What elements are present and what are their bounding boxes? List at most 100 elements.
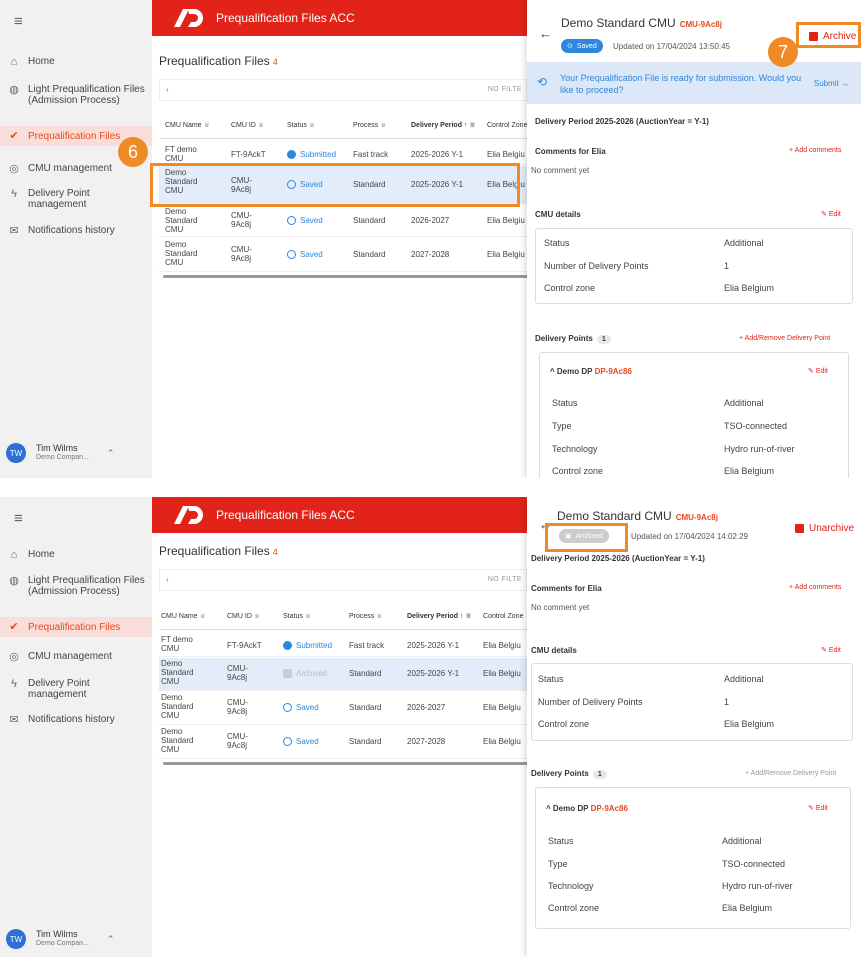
col-process[interactable]: Process ⩸ <box>353 122 386 130</box>
filter-icon[interactable]: ⩸ <box>377 613 381 620</box>
kv-value: Additional <box>724 398 764 408</box>
app-title: Prequalification Files ACC <box>216 11 355 25</box>
unarchive-button[interactable]: Unarchive <box>795 523 854 534</box>
filter-icon[interactable]: ⩸ <box>255 613 259 620</box>
dp-header[interactable]: ^ Demo DP DP-9Ac86 <box>546 804 628 813</box>
horizontal-scrollbar[interactable] <box>163 275 531 278</box>
table-row[interactable]: Demo Standard CMU CMU-9Ac8j Saved Standa… <box>159 692 531 725</box>
filter-icon[interactable]: ⩸ <box>306 613 310 620</box>
table-row[interactable]: Demo Standard CMU CMU-9Ac8j Saved Standa… <box>159 726 531 759</box>
nav-delivery-point[interactable]: ϟ Delivery Point management <box>0 678 110 700</box>
nav-label: Notifications history <box>28 714 115 725</box>
auction-year: Y-1 <box>451 150 464 159</box>
dp-header[interactable]: ^ Demo DP DP-9Ac86 <box>550 367 632 376</box>
period: 2025-2026 <box>411 150 450 159</box>
cell-id: CMU-9Ac8j <box>227 664 248 682</box>
filter-icon[interactable]: ⩸ <box>470 122 474 129</box>
cell-name: Demo Standard CMU <box>161 693 194 720</box>
updated-timestamp: Updated on 17/04/2024 14:02:29 <box>631 532 748 541</box>
nav-light-prequalification[interactable]: ◍ Light Prequalification Files (Admission… <box>0 84 152 106</box>
saved-icon <box>287 216 296 225</box>
nav-label: Delivery Point management <box>28 678 90 700</box>
kv-key: Control zone <box>552 466 604 476</box>
nav-label: Home <box>28 56 55 67</box>
saved-icon: ⊙ <box>567 43 573 50</box>
nav-home[interactable]: ⌂ Home <box>0 549 152 560</box>
kv-value: 1 <box>724 697 730 707</box>
scroll-left-icon[interactable]: ‹ <box>166 85 169 94</box>
add-remove-dp-button[interactable]: + Add/Remove Delivery Point <box>739 335 830 342</box>
screenshot-after: ≡ ⌂ Home ◍ Light Prequalification Files (A… <box>0 497 861 957</box>
status-badge-label: Saved <box>576 42 597 50</box>
header-divider <box>159 138 531 139</box>
filter-icon[interactable]: ⩸ <box>201 613 205 620</box>
page-title: Prequalification Files 4 <box>159 544 278 558</box>
edit-cmu-button[interactable]: ✎ Edit <box>821 210 841 218</box>
nav-label: CMU management <box>28 651 112 662</box>
status-label: Saved <box>300 216 323 225</box>
menu-icon[interactable]: ≡ <box>14 13 23 30</box>
filter-icon[interactable]: ⩸ <box>259 122 263 129</box>
no-comment-text: No comment yet <box>531 603 590 612</box>
table-row[interactable]: FT demo CMU FT-9AckT Submitted Fast trac… <box>159 633 531 657</box>
edit-cmu-button[interactable]: ✎ Edit <box>821 646 841 654</box>
add-comments-button[interactable]: + Add comments <box>789 147 841 154</box>
kv-key: Control zone <box>548 903 600 913</box>
nav-light-prequalification[interactable]: ◍ Light Prequalification Files (Admission… <box>0 575 152 597</box>
add-remove-dp-button[interactable]: + Add/Remove Delivery Point <box>745 770 836 777</box>
submit-button[interactable]: Submit → <box>814 79 849 88</box>
col-cmu-id[interactable]: CMU ID ⩸ <box>227 613 259 621</box>
col-control-zone[interactable]: Control Zone <box>487 122 527 129</box>
scroll-left-icon[interactable]: ‹ <box>166 575 169 584</box>
col-delivery-period[interactable]: Delivery Period ↑ ⩸ <box>411 122 475 130</box>
filter-icon[interactable]: ⩸ <box>310 122 314 129</box>
col-cmu-name[interactable]: CMU Name ⩸ <box>161 613 205 621</box>
table-row[interactable]: Demo Standard CMU CMU-9Ac8j Saved Standa… <box>159 205 531 237</box>
cell-zone: Elia Belgiu <box>483 669 521 678</box>
filter-icon[interactable]: ⩸ <box>205 122 209 129</box>
col-delivery-period[interactable]: Delivery Period ↑ ⩸ <box>407 613 471 621</box>
app-header: Prequalification Files ACC <box>152 0 532 36</box>
nav-cmu-management[interactable]: ◎ CMU management <box>0 651 152 662</box>
dp-code: DP-9Ac86 <box>594 367 632 376</box>
nav-notifications[interactable]: ✉ Notifications history <box>0 714 152 725</box>
col-control-zone[interactable]: Control Zone <box>483 613 523 620</box>
user-menu[interactable]: TW Tim Wilms Demo Compan... ⌃ <box>6 443 114 463</box>
nav-prequalification-files[interactable]: ✔ Prequalification Files <box>0 617 152 637</box>
unarchive-label: Unarchive <box>809 523 855 534</box>
nav-label: Prequalification Files <box>28 621 121 633</box>
col-status[interactable]: Status ⩸ <box>283 613 310 621</box>
status-label: Saved <box>300 250 323 259</box>
pencil-icon: ✎ <box>821 211 829 218</box>
edit-dp-button[interactable]: ✎ Edit <box>808 367 828 375</box>
filter-icon[interactable]: ⩸ <box>466 613 470 620</box>
horizontal-scrollbar[interactable] <box>163 762 531 765</box>
cell-id: CMU-9Ac8j <box>231 245 252 263</box>
back-arrow-icon[interactable]: ← <box>539 26 552 41</box>
col-label: CMU Name <box>165 122 202 129</box>
dp-count-badge: 1 <box>596 335 611 344</box>
user-name: Tim Wilms <box>36 443 78 453</box>
menu-icon[interactable]: ≡ <box>14 510 23 527</box>
add-comments-button[interactable]: + Add comments <box>789 584 841 591</box>
table-row[interactable]: FT demo CMU FT-9AckT Submitted Fast trac… <box>159 143 531 165</box>
no-filter-label: NO FILTE <box>487 576 522 583</box>
col-process[interactable]: Process ⩸ <box>349 613 382 621</box>
nav-home[interactable]: ⌂ Home <box>0 56 152 67</box>
page-title-text: Prequalification Files <box>159 544 270 558</box>
cell-id: CMU-9Ac8j <box>227 732 248 750</box>
nav-notifications[interactable]: ✉ Notifications history <box>0 225 152 236</box>
submitted-icon <box>283 641 292 650</box>
table-row-selected[interactable]: Demo Standard CMU CMU-9Ac8j Archived Sta… <box>159 658 531 691</box>
filter-bar: ‹ NO FILTE <box>159 79 527 101</box>
col-cmu-id[interactable]: CMU ID ⩸ <box>231 122 263 130</box>
cell-zone: Elia Belgiu <box>487 150 525 159</box>
col-cmu-name[interactable]: CMU Name ⩸ <box>165 122 209 130</box>
submitted-icon <box>287 150 296 159</box>
nav-delivery-point[interactable]: ϟ Delivery Point management <box>0 188 110 210</box>
table-row[interactable]: Demo Standard CMU CMU-9Ac8j Saved Standa… <box>159 238 531 272</box>
filter-icon[interactable]: ⩸ <box>381 122 385 129</box>
col-status[interactable]: Status ⩸ <box>287 122 314 130</box>
edit-dp-button[interactable]: ✎ Edit <box>808 804 828 812</box>
user-menu[interactable]: TW Tim Wilms Demo Compan... ⌃ <box>6 929 114 949</box>
